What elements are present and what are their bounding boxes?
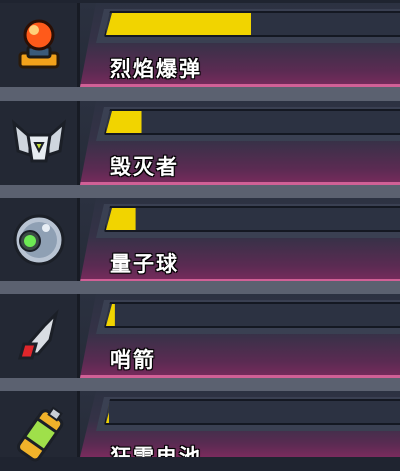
icon-panel [0,391,80,462]
weapon-row-2[interactable]: 量子球 [0,198,400,282]
progress-fill [106,13,252,35]
divider [0,281,400,295]
icon-panel [0,198,80,282]
weapon-row-4[interactable]: 狂雷电池 [0,391,400,462]
progress-bar [104,399,400,425]
weapon-name: 烈焰爆弹 [110,57,202,81]
sentinel-arrow-icon [18,309,59,360]
progress-bar [104,11,400,37]
weapon-name: 量子球 [110,252,179,276]
weapon-row-1[interactable]: 毁灭者 [0,101,400,185]
divider [0,378,400,392]
weapon-card: 烈焰爆弹 [80,3,400,87]
weapon-name: 狂雷电池 [110,445,202,469]
fire-bomb-icon [18,19,60,69]
progress-fill [106,111,142,133]
icon-panel [0,294,80,378]
weapon-card: 量子球 [80,198,400,282]
icon-panel [0,101,80,185]
progress-bar [104,302,400,328]
weapon-name: 哨箭 [110,348,156,372]
thunder-battery-icon [17,406,64,462]
weapon-list: 烈焰爆弹 毁灭者 量子球 哨箭 狂雷电池 [0,0,400,462]
icon-panel [0,3,80,87]
quantum-orb-icon [13,214,65,266]
divider [0,185,400,199]
weapon-card: 狂雷电池 [80,391,400,457]
divider [0,87,400,101]
progress-bar [104,206,400,232]
weapon-card: 毁灭者 [80,101,400,185]
weapon-row-0[interactable]: 烈焰爆弹 [0,3,400,87]
weapon-row-3[interactable]: 哨箭 [0,294,400,378]
weapon-card: 哨箭 [80,294,400,378]
weapon-name: 毁灭者 [110,155,179,179]
progress-fill [106,208,136,230]
destroyer-drone-icon [11,119,67,163]
progress-bar [104,109,400,135]
